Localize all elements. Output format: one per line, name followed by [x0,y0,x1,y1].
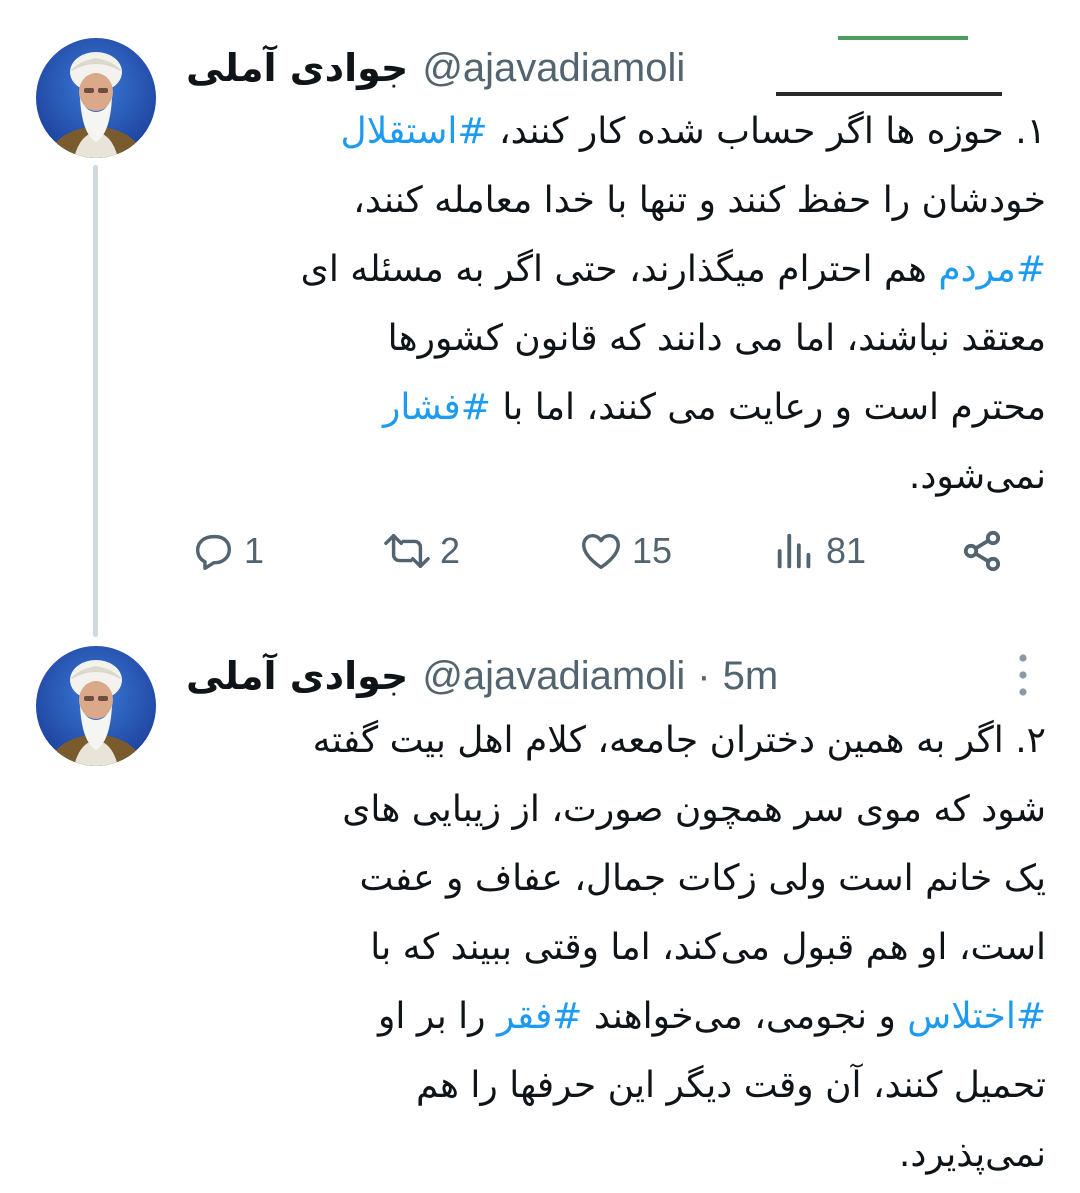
retweet-count: 2 [440,530,461,571]
hashtag-link[interactable]: #اختلاس [907,996,1046,1037]
share-icon [963,530,1001,572]
tweet-text: ۱. حوزه ها اگر حساب شده کار کنند، #استقل… [178,97,1046,511]
more-icon[interactable] [1008,650,1038,700]
display-name[interactable]: جوادی آملی [186,46,408,90]
thread-connector-line [93,165,98,637]
hashtag-link[interactable]: #مردم [938,249,1046,290]
separator-dot: · [697,653,711,698]
like-count: 15 [632,530,673,571]
display-name[interactable]: جوادی آملی [186,654,408,698]
redaction-mark [776,36,1002,98]
tweet-text-segment: ۲. اگر به همین دختران جامعه، کلام اهل بی… [312,720,1046,968]
views-button[interactable]: 81 [772,516,866,586]
avatar[interactable] [36,646,156,766]
reply-count: 1 [244,530,265,571]
tweet-text-segment: خودشان را حفظ کنند و تنها با خدا معامله … [353,180,1046,221]
tweet-header: جوادی آملی @ajavadiamoli · 5m [186,648,778,704]
user-handle[interactable]: @ajavadiamoli [422,46,685,91]
views-icon [777,533,811,569]
like-icon [582,533,620,570]
reply-icon [195,534,232,570]
retweet-button[interactable]: 2 [382,516,460,586]
share-button[interactable] [958,516,1006,586]
tweet-actions: 1 2 15 81 [186,516,1046,586]
tweet-text-segment: ۱. حوزه ها اگر حساب شده کار کنند، [487,111,1046,152]
hashtag-link[interactable]: #فقر [497,996,582,1037]
reply-button[interactable]: 1 [190,516,264,586]
tweet-text: ۲. اگر به همین دختران جامعه، کلام اهل بی… [178,706,1046,1189]
user-handle[interactable]: @ajavadiamoli [422,654,685,699]
tweet-text-segment: نمی‌شود. [908,456,1046,497]
hashtag-link[interactable]: #استقلال [341,111,488,152]
tweet-text-segment: و نجومی، می‌خواهند [582,996,908,1037]
tweet-timestamp[interactable]: 5m [723,654,779,699]
views-count: 81 [826,530,867,571]
retweet-icon [384,533,430,569]
tweet-header: جوادی آملی @ajavadiamoli [186,40,685,96]
hashtag-link[interactable]: #فشار [383,387,491,428]
like-button[interactable]: 15 [578,516,672,586]
avatar[interactable] [36,38,156,158]
